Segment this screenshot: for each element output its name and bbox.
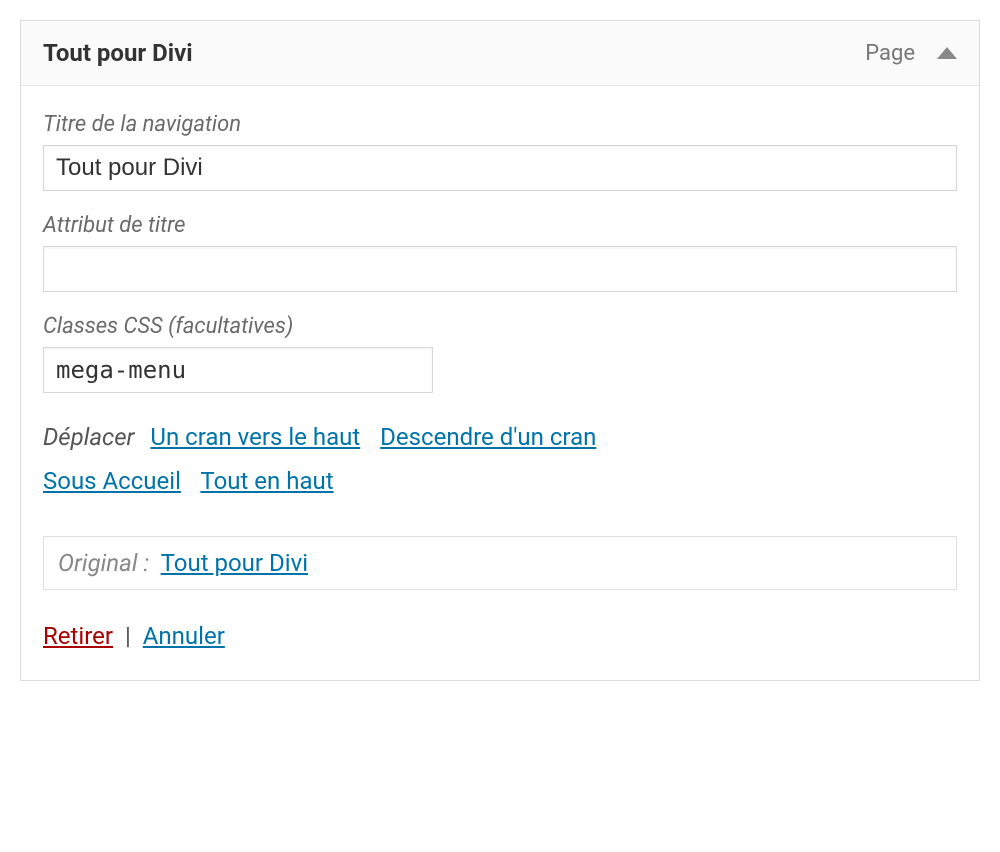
css-classes-input[interactable] — [43, 347, 433, 393]
move-top-link[interactable]: Tout en haut — [200, 467, 333, 495]
original-link[interactable]: Tout pour Divi — [161, 549, 308, 577]
move-up-link[interactable]: Un cran vers le haut — [150, 423, 360, 451]
nav-label-label: Titre de la navigation — [43, 112, 957, 137]
original-box: Original : Tout pour Divi — [43, 536, 957, 590]
panel-body: Titre de la navigation Attribut de titre… — [21, 86, 979, 680]
panel-type-label: Page — [865, 41, 915, 66]
title-attr-input[interactable] — [43, 246, 957, 292]
original-label: Original : — [58, 549, 149, 577]
cancel-link[interactable]: Annuler — [143, 622, 225, 650]
move-under-link[interactable]: Sous Accueil — [43, 467, 181, 495]
menu-item-panel: Tout pour Divi Page Titre de la navigati… — [20, 20, 980, 681]
field-css-classes: Classes CSS (facultatives) — [43, 314, 957, 393]
panel-header-right: Page — [865, 41, 957, 66]
actions-row: Retirer | Annuler — [43, 622, 957, 650]
actions-separator: | — [125, 622, 131, 650]
move-down-link[interactable]: Descendre d'un cran — [380, 423, 596, 451]
field-title-attr: Attribut de titre — [43, 213, 957, 292]
panel-header[interactable]: Tout pour Divi Page — [21, 21, 979, 86]
panel-title: Tout pour Divi — [43, 39, 193, 67]
remove-link[interactable]: Retirer — [43, 622, 113, 650]
move-row: Déplacer Un cran vers le haut Descendre … — [43, 415, 957, 504]
collapse-icon[interactable] — [937, 47, 957, 59]
title-attr-label: Attribut de titre — [43, 213, 957, 238]
field-nav-label: Titre de la navigation — [43, 112, 957, 191]
nav-label-input[interactable] — [43, 145, 957, 191]
move-label: Déplacer — [43, 423, 134, 451]
css-classes-label: Classes CSS (facultatives) — [43, 314, 957, 339]
